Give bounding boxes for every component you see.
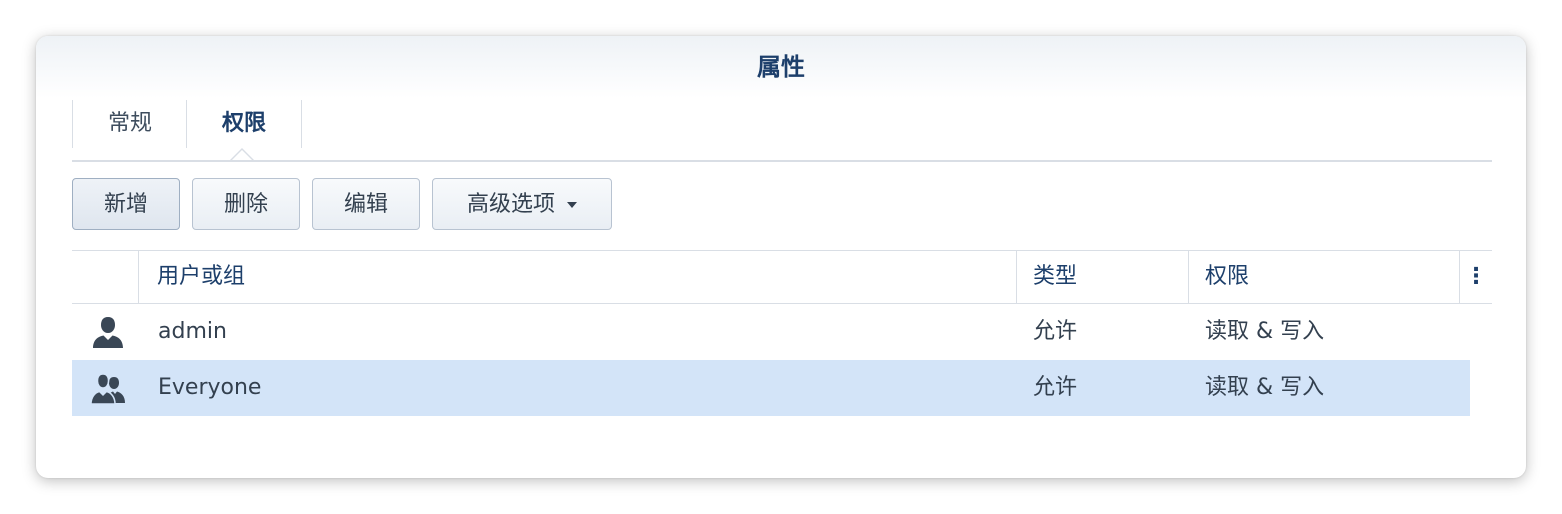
table-row[interactable]: Everyone 允许 读取 & 写入 [72, 360, 1470, 416]
table-row[interactable]: admin 允许 读取 & 写入 [72, 304, 1470, 360]
edit-button[interactable]: 编辑 [312, 178, 420, 230]
row-name: admin [158, 319, 227, 344]
user-icon [93, 317, 123, 348]
advanced-options-label: 高级选项 [466, 192, 555, 217]
column-header-permission[interactable]: 权限 [1189, 251, 1460, 303]
delete-button[interactable]: 删除 [192, 178, 300, 230]
row-permission: 读取 & 写入 [1205, 375, 1325, 400]
tab-permissions[interactable]: 权限 [186, 100, 302, 148]
advanced-options-button[interactable]: 高级选项 [432, 178, 612, 230]
column-header-user-or-group[interactable]: 用户或组 [139, 251, 1017, 303]
tab-bar: 常规 权限 [72, 100, 1492, 162]
permissions-table: 用户或组 类型 权限 ⋮ admin 允许 读取 & 写入 Everyone 允… [72, 250, 1492, 416]
row-name: Everyone [158, 375, 262, 400]
chevron-down-icon [567, 202, 577, 208]
active-tab-indicator [230, 148, 254, 160]
dialog-title: 属性 [36, 36, 1526, 98]
row-type: 允许 [1033, 319, 1078, 344]
row-permission: 读取 & 写入 [1205, 319, 1325, 344]
column-header-icon [72, 251, 139, 303]
group-icon [90, 373, 125, 405]
column-header-type[interactable]: 类型 [1017, 251, 1189, 303]
row-type: 允许 [1033, 375, 1078, 400]
tab-general[interactable]: 常规 [72, 100, 187, 148]
properties-dialog: 属性 常规 权限 新增 删除 编辑 高级选项 用户或组 类型 权限 ⋮ admi… [36, 36, 1526, 478]
add-button[interactable]: 新增 [72, 178, 180, 230]
table-header: 用户或组 类型 权限 ⋮ [72, 250, 1492, 304]
column-menu-icon[interactable]: ⋮ [1460, 251, 1492, 303]
